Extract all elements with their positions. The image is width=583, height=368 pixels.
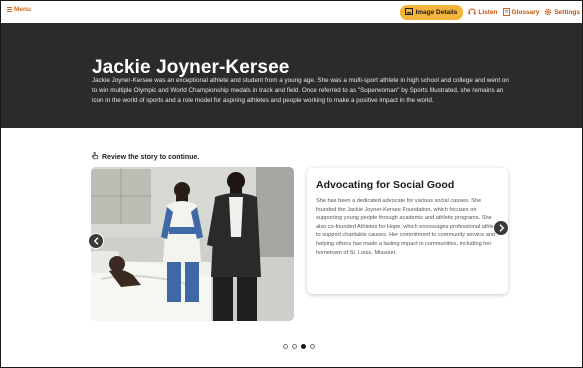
pointer-hand-icon — [91, 152, 99, 162]
book-icon — [502, 7, 510, 18]
hamburger-icon — [7, 7, 12, 12]
top-bar: Menu Image Details Listen Glossary Setti… — [1, 1, 582, 23]
slide-dot-3[interactable] — [301, 344, 306, 349]
listen-label: Listen — [478, 9, 498, 16]
settings-button[interactable]: Settings — [544, 8, 580, 18]
chevron-right-icon — [498, 219, 505, 237]
card-text: She has been a dedicated advocate for va… — [316, 198, 502, 256]
chevron-left-icon — [93, 232, 100, 250]
image-details-label: Image Details — [415, 9, 458, 16]
toolbar: Image Details Listen Glossary Settings — [400, 5, 580, 20]
listen-button[interactable]: Listen — [468, 8, 498, 17]
story-photo — [91, 167, 294, 321]
story-card: Advocating for Social Good She has been … — [307, 168, 508, 294]
hero-banner: Jackie Joyner-Kersee Jackie Joyner-Kerse… — [1, 23, 582, 128]
image-details-button[interactable]: Image Details — [400, 5, 464, 20]
review-prompt-text: Review the story to continue. — [102, 153, 200, 161]
review-prompt: Review the story to continue. — [91, 152, 199, 162]
glossary-label: Glossary — [511, 9, 540, 16]
gear-icon — [544, 8, 552, 18]
slide-dot-4[interactable] — [310, 344, 315, 349]
glossary-button[interactable]: Glossary — [502, 7, 540, 18]
slide-dot-1[interactable] — [283, 344, 288, 349]
next-slide-button[interactable] — [493, 220, 509, 236]
card-title: Advocating for Social Good — [316, 179, 455, 191]
hero-description: Jackie Joyner-Kersee was an exceptional … — [92, 77, 509, 105]
slide-dot-2[interactable] — [292, 344, 297, 349]
slide-pagination — [283, 344, 315, 349]
menu-label: Menu — [14, 6, 31, 13]
previous-slide-button[interactable] — [88, 233, 104, 249]
headphones-icon — [468, 8, 476, 17]
menu-button[interactable]: Menu — [7, 6, 31, 13]
settings-label: Settings — [554, 9, 580, 16]
image-icon — [405, 8, 414, 17]
